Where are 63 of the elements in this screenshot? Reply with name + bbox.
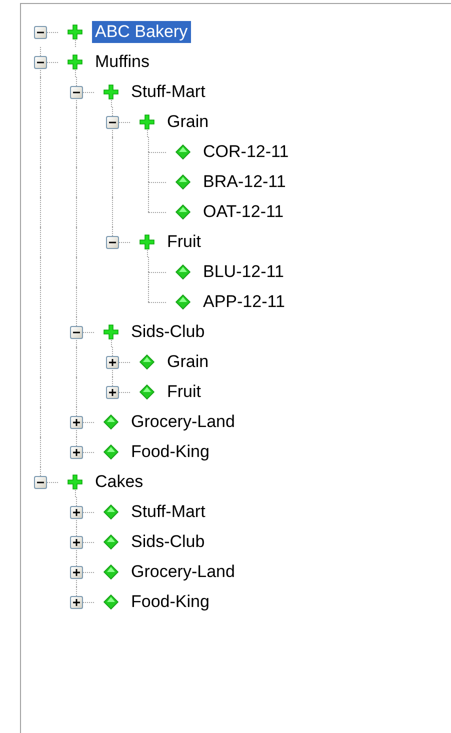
collapse-button[interactable] bbox=[34, 56, 47, 69]
expand-button[interactable] bbox=[70, 596, 83, 609]
tree-item[interactable]: Cakes bbox=[92, 471, 146, 493]
tree-item[interactable]: Food-King bbox=[128, 591, 212, 613]
plus-icon bbox=[72, 448, 81, 457]
expand-button[interactable] bbox=[70, 536, 83, 549]
diamond-icon bbox=[103, 444, 119, 460]
tree-item[interactable]: BLU-12-11 bbox=[200, 261, 287, 283]
cross-icon bbox=[139, 114, 155, 130]
cross-icon bbox=[139, 234, 155, 250]
expand-button[interactable] bbox=[70, 506, 83, 519]
plus-icon bbox=[108, 388, 117, 397]
expand-button[interactable] bbox=[106, 386, 119, 399]
expand-button[interactable] bbox=[70, 416, 83, 429]
cross-icon bbox=[67, 54, 83, 70]
tree-item[interactable]: ABC Bakery bbox=[92, 21, 191, 43]
cross-icon bbox=[103, 324, 119, 340]
tree-item[interactable]: Fruit bbox=[164, 381, 204, 403]
diamond-icon bbox=[175, 174, 191, 190]
cross-icon bbox=[67, 24, 83, 40]
diamond-icon bbox=[103, 414, 119, 430]
diamond-icon bbox=[139, 354, 155, 370]
diamond-icon bbox=[175, 264, 191, 280]
diamond-icon bbox=[103, 534, 119, 550]
tree-item[interactable]: Fruit bbox=[164, 231, 204, 253]
diamond-icon bbox=[175, 144, 191, 160]
tree-item[interactable]: Grain bbox=[164, 111, 212, 133]
plus-icon bbox=[72, 568, 81, 577]
plus-icon bbox=[72, 538, 81, 547]
expand-button[interactable] bbox=[70, 566, 83, 579]
tree-item[interactable]: Stuff-Mart bbox=[128, 81, 208, 103]
plus-icon bbox=[108, 358, 117, 367]
cross-icon bbox=[103, 84, 119, 100]
collapse-button[interactable] bbox=[34, 26, 47, 39]
collapse-button[interactable] bbox=[106, 236, 119, 249]
collapse-button[interactable] bbox=[70, 326, 83, 339]
diamond-icon bbox=[175, 294, 191, 310]
expand-button[interactable] bbox=[70, 446, 83, 459]
plus-icon bbox=[72, 598, 81, 607]
diamond-icon bbox=[103, 564, 119, 580]
tree-item[interactable]: Grocery-Land bbox=[128, 411, 238, 433]
tree-item[interactable]: Food-King bbox=[128, 441, 212, 463]
tree-item[interactable]: BRA-12-11 bbox=[200, 171, 289, 193]
plus-icon bbox=[72, 418, 81, 427]
collapse-button[interactable] bbox=[34, 476, 47, 489]
tree-item[interactable]: Sids-Club bbox=[128, 321, 208, 343]
collapse-button[interactable] bbox=[70, 86, 83, 99]
collapse-button[interactable] bbox=[106, 116, 119, 129]
tree-item[interactable]: OAT-12-11 bbox=[200, 201, 287, 223]
diamond-icon bbox=[103, 594, 119, 610]
tree-item[interactable]: Grain bbox=[164, 351, 212, 373]
cross-icon bbox=[67, 474, 83, 490]
expand-button[interactable] bbox=[106, 356, 119, 369]
tree-item[interactable]: Stuff-Mart bbox=[128, 501, 208, 523]
diamond-icon bbox=[103, 504, 119, 520]
tree-item[interactable]: Muffins bbox=[92, 51, 152, 73]
tree-item[interactable]: COR-12-11 bbox=[200, 141, 292, 163]
tree-item[interactable]: Sids-Club bbox=[128, 531, 208, 553]
tree-item[interactable]: APP-12-11 bbox=[200, 291, 288, 313]
tree-item[interactable]: Grocery-Land bbox=[128, 561, 238, 583]
diamond-icon bbox=[175, 204, 191, 220]
plus-icon bbox=[72, 508, 81, 517]
diamond-icon bbox=[139, 384, 155, 400]
